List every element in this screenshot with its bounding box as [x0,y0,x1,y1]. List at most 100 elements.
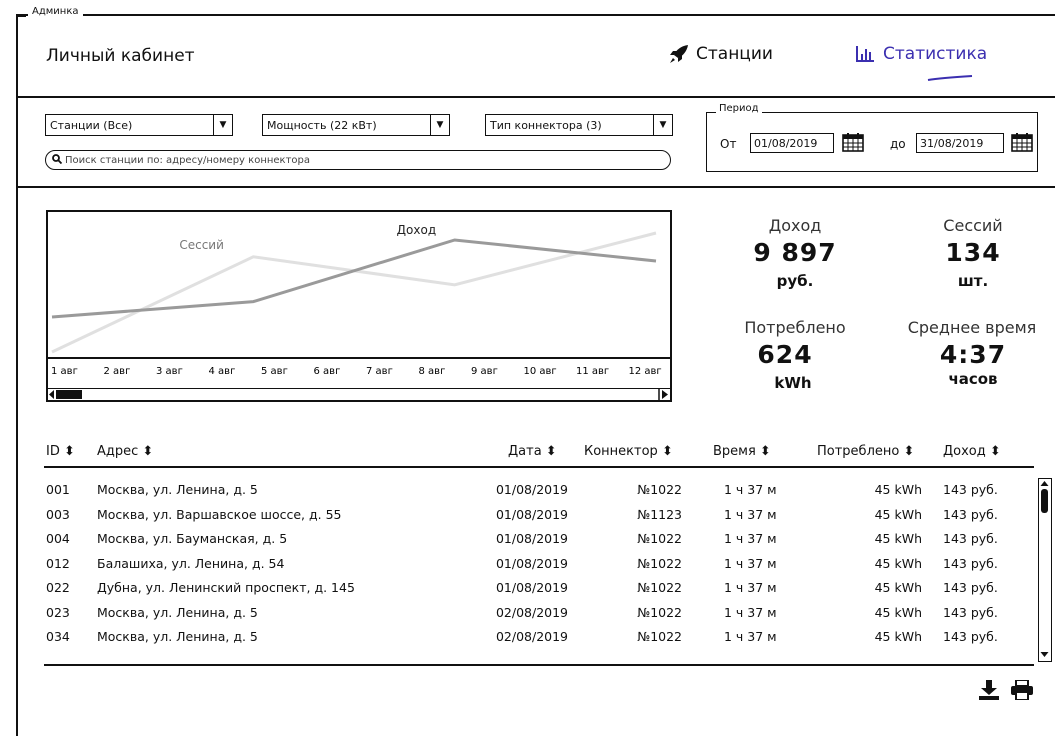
cell-revenue: 143 руб. [943,629,998,644]
cell-consumed: 45 kWh [874,531,922,546]
stat-consumed-label: Потреблено [744,318,846,337]
series-label: Доход [397,223,436,237]
cell-address: Москва, ул. Ленина, д. 5 [97,604,258,620]
column-header-connector[interactable]: Коннектор ⬍ [584,444,673,459]
x-tick-label: 11 авг [576,366,609,377]
divider [18,186,1055,188]
stat-consumed-unit: kWh [774,374,812,392]
search-input[interactable]: Поиск станции по: адресу/номеру коннекто… [45,150,671,170]
cell-consumed: 45 kWh [874,580,922,595]
search-placeholder: Поиск станции по: адресу/номеру коннекто… [65,154,310,166]
chart-scrollbar[interactable] [46,388,672,402]
cell-connector: №1022 [637,580,682,595]
column-header-revenue[interactable]: Доход ⬍ [943,444,1001,459]
calendar-icon[interactable] [1011,132,1033,152]
cell-time: 1 ч 37 м [724,604,777,620]
page-title: Личный кабинет [46,46,195,66]
cell-connector: №1123 [637,506,682,522]
period-title: Период [716,103,762,114]
scroll-right-icon [662,390,668,399]
x-tick-label: 5 авг [261,366,288,377]
cell-time: 1 ч 37 м [724,531,777,546]
power-select[interactable]: Мощность (22 кВт) ▼ [262,114,450,136]
search-icon [52,153,63,167]
date-to-input[interactable]: 31/08/2019 [916,133,1004,153]
cell-date: 01/08/2019 [495,531,568,546]
cell-date: 01/08/2019 [495,555,568,571]
column-header-date[interactable]: Дата ⬍ [508,444,557,459]
x-tick-label: 4 авг [209,366,236,377]
cell-consumed: 45 kWh [874,629,922,644]
cell-connector: №1022 [637,555,682,571]
x-tick-label: 7 авг [366,366,393,377]
connector-select-value: Тип коннектора (3) [490,118,602,132]
cell-time: 1 ч 37 м [724,580,777,595]
stations-select-value: Станции (Все) [50,118,133,132]
connector-select[interactable]: Тип коннектора (3) ▼ [485,114,673,136]
x-tick-label: 8 авг [419,366,446,377]
stat-sessions-unit: шт. [957,272,989,290]
x-tick-label: 10 авг [524,366,557,377]
column-header-consumed[interactable]: Потреблено ⬍ [817,444,914,459]
cell-time: 1 ч 37 м [724,555,777,571]
table-scrollbar[interactable] [1038,478,1052,662]
cell-address: Москва, ул. Варшавское шоссе, д. 55 [97,506,342,522]
x-tick-label: 12 авг [629,366,662,377]
nav-stations[interactable]: Станции [668,44,773,64]
cell-time: 1 ч 37 м [724,482,777,497]
cell-id: 012 [46,555,70,571]
cell-consumed: 45 kWh [874,604,922,620]
date-from-input[interactable]: 01/08/2019 [750,133,834,153]
to-label: до [890,137,906,151]
cell-id: 003 [46,506,70,522]
series-label: Сессий [179,238,224,252]
cell-date: 02/08/2019 [495,604,568,620]
cell-date: 02/08/2019 [495,629,568,644]
stat-revenue-unit: руб. [776,272,814,290]
stat-sessions-value: 134 [945,238,1001,267]
active-tab-underline [927,75,973,81]
x-tick-label: 2 авг [104,366,131,377]
x-tick-label: 6 авг [314,366,341,377]
download-icon[interactable] [978,680,1000,700]
line-chart: Сессий Доход 1 авг 2 авг 3 авг 4 авг 5 авг 6 а… [48,223,670,377]
rocket-icon [670,45,688,63]
chevron-down-icon: ▼ [213,115,232,135]
cell-revenue: 143 руб. [943,555,998,571]
cell-address: Балашиха, ул. Ленина, д. 54 [97,555,285,571]
print-icon[interactable] [1010,680,1034,700]
cell-connector: №1022 [637,604,682,620]
chevron-down-icon: ▼ [430,115,449,135]
stations-select[interactable]: Станции (Все) ▼ [45,114,233,136]
cell-address: Москва, ул. Ленина, д. 5 [97,629,258,644]
bar-chart-icon [856,46,874,62]
cell-revenue: 143 руб. [943,531,998,546]
scrollbar-thumb [56,390,82,399]
table-header-divider [44,466,1034,468]
column-header-time[interactable]: Время ⬍ [713,444,771,459]
calendar-icon[interactable] [842,132,864,152]
nav-statistics[interactable]: Статистика [855,44,987,64]
x-tick-label: 9 авг [471,366,498,377]
column-header-address[interactable]: Адрес ⬍ [97,444,153,459]
stat-avgtime-value: 4:37 [939,340,1007,369]
cell-revenue: 143 руб. [943,482,998,497]
power-select-value: Мощность (22 кВт) [267,118,377,132]
cell-id: 034 [46,629,70,644]
cell-id: 023 [46,604,70,620]
frame-title: Админка [16,6,83,17]
stat-revenue-label: Доход [768,216,822,235]
cell-time: 1 ч 37 м [724,629,777,644]
column-header-id[interactable]: ID ⬍ [46,444,75,459]
stat-avgtime-label: Среднее время [907,318,1037,337]
cell-date: 01/08/2019 [495,506,568,522]
cell-consumed: 45 kWh [874,555,922,571]
stat-avgtime-unit: часов [948,370,998,388]
cell-connector: №1022 [637,531,682,546]
cell-revenue: 143 руб. [943,580,998,595]
cell-revenue: 143 руб. [943,506,998,522]
x-tick-label: 3 авг [156,366,183,377]
cell-connector: №1022 [637,482,682,497]
cell-date: 01/08/2019 [495,482,568,497]
divider [18,96,1055,98]
